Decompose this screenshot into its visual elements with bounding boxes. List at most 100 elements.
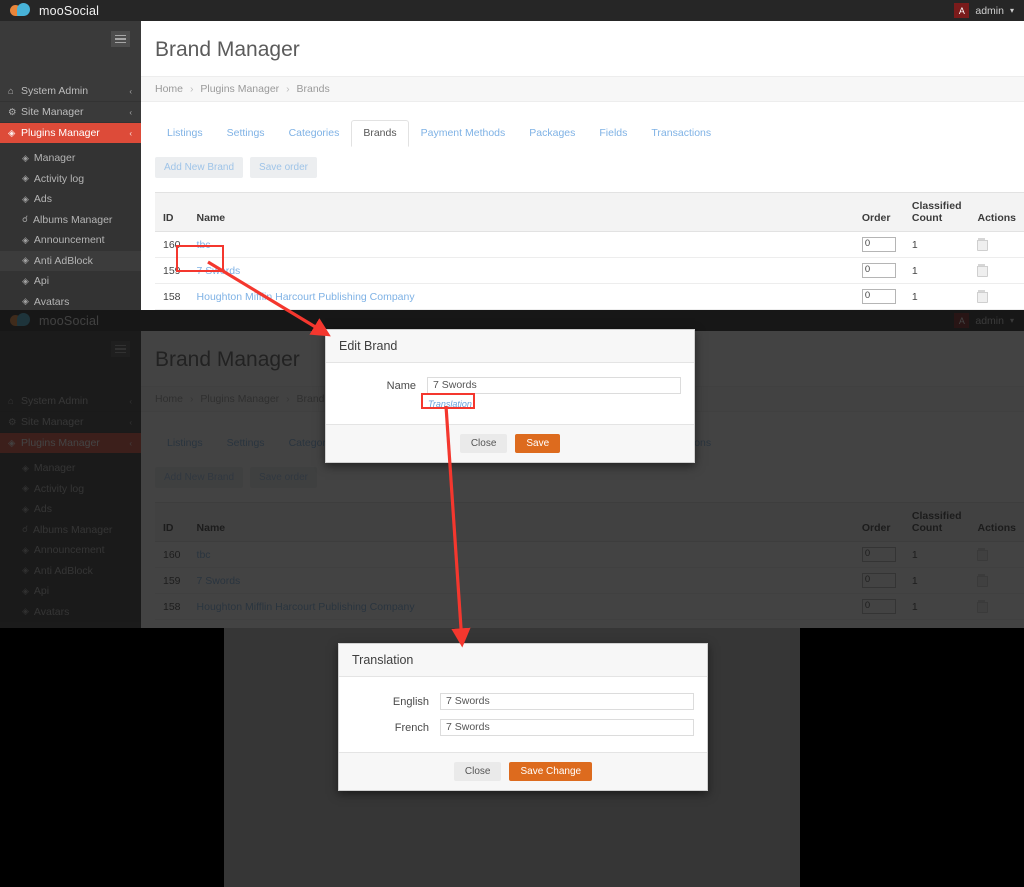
add-new-brand-button[interactable]: Add New Brand: [155, 467, 244, 488]
chevron-left-icon: ‹: [129, 396, 132, 406]
save-order-button[interactable]: Save order: [250, 157, 317, 178]
name-field-label: Name: [386, 380, 416, 392]
trash-icon[interactable]: [977, 573, 989, 587]
cell-classified-count: 1: [903, 567, 970, 594]
sidebar-item-anti-adblock[interactable]: ◈ Anti AdBlock: [0, 561, 141, 582]
sidebar-item-manager[interactable]: ◈ Manager: [0, 148, 141, 169]
table-header: ID Name Order Classified Count Actions: [155, 192, 1024, 232]
sidebar-item-plugins-manager[interactable]: ◈ Plugins Manager ‹: [0, 433, 141, 454]
app-brand-name: mooSocial: [39, 313, 100, 328]
table-row: 158 Houghton Mifflin Harcourt Publishing…: [155, 283, 1024, 310]
trash-icon[interactable]: [977, 289, 989, 303]
tab-packages[interactable]: Packages: [517, 120, 587, 147]
brand-name-link[interactable]: Houghton Mifflin Harcourt Publishing Com…: [197, 291, 415, 303]
sidebar-item-activity-log[interactable]: ◈ Activity log: [0, 169, 141, 190]
sidebar-item-activity-log[interactable]: ◈ Activity log: [0, 479, 141, 500]
admin-username: admin: [975, 4, 1004, 17]
sidebar-collapse-button[interactable]: [0, 331, 141, 367]
save-order-button[interactable]: Save order: [250, 467, 317, 488]
breadcrumb-home[interactable]: Home: [155, 393, 183, 405]
breadcrumb-brands[interactable]: Brands: [297, 83, 330, 95]
tab-listings[interactable]: Listings: [155, 120, 215, 147]
translation-link[interactable]: Translation: [428, 399, 472, 409]
chevron-left-icon: ‹: [129, 438, 132, 448]
sidebar-item-announcement[interactable]: ◈ Announcement: [0, 540, 141, 561]
english-input[interactable]: 7 Swords: [440, 693, 694, 710]
sidebar-item-announcement[interactable]: ◈ Announcement: [0, 230, 141, 251]
order-input[interactable]: 0: [861, 547, 896, 562]
trash-icon[interactable]: [977, 237, 989, 251]
cell-id: 159: [155, 567, 189, 594]
chevron-down-icon: ▾: [1009, 6, 1014, 15]
order-input[interactable]: 0: [861, 263, 896, 278]
brand-name-link[interactable]: 7 Swords: [197, 265, 241, 277]
breadcrumb-plugins-manager[interactable]: Plugins Manager: [200, 83, 279, 95]
add-new-brand-button[interactable]: Add New Brand: [155, 157, 244, 178]
cell-classified-count: 1: [903, 283, 970, 310]
french-input[interactable]: 7 Swords: [440, 719, 694, 736]
cell-id: 159: [155, 257, 189, 284]
sidebar-item-site-manager[interactable]: ⚙ Site Manager ‹: [0, 102, 141, 123]
sidebar-item-albums-manager[interactable]: ☌ Albums Manager: [0, 520, 141, 541]
sidebar-item-site-manager[interactable]: ⚙ Site Manager ‹: [0, 412, 141, 433]
brand-name-link[interactable]: Houghton Mifflin Harcourt Publishing Com…: [197, 601, 415, 613]
table-header-row: ID Name Order Classified Count Actions: [155, 502, 1024, 542]
avatar: A: [954, 313, 970, 328]
tab-fields[interactable]: Fields: [587, 120, 639, 147]
app-brand[interactable]: mooSocial: [0, 313, 99, 328]
trash-icon[interactable]: [977, 263, 989, 277]
brand-name-link[interactable]: 7 Swords: [197, 575, 241, 587]
brand-name-input[interactable]: 7 Swords: [427, 377, 681, 394]
sidebar-item-system-admin[interactable]: ⌂ System Admin ‹: [0, 81, 141, 102]
cell-id: 160: [155, 541, 189, 568]
english-field-control: 7 Swords: [440, 693, 694, 710]
order-input[interactable]: 0: [861, 289, 896, 304]
close-button[interactable]: Close: [453, 762, 502, 781]
brand-name-link[interactable]: tbc: [197, 549, 211, 561]
camera-icon: ☌: [22, 524, 29, 535]
tab-settings[interactable]: Settings: [215, 430, 277, 457]
sidebar-item-avatars[interactable]: ◈ Avatars: [0, 292, 141, 311]
sidebar-collapse-button[interactable]: [0, 21, 141, 57]
sidebar-item-ads[interactable]: ◈ Ads: [0, 499, 141, 520]
tab-transactions[interactable]: Transactions: [639, 120, 723, 147]
order-input[interactable]: 0: [861, 573, 896, 588]
save-button[interactable]: Save: [515, 434, 561, 453]
translation-modal-title: Translation: [339, 644, 707, 677]
sidebar-item-api[interactable]: ◈ Api: [0, 271, 141, 292]
cell-name: tbc: [188, 231, 854, 258]
sidebar-item-plugins-manager[interactable]: ◈ Plugins Manager ‹: [0, 123, 141, 144]
tab-payment-methods[interactable]: Payment Methods: [409, 120, 518, 147]
sidebar-item-anti-adblock[interactable]: ◈ Anti AdBlock: [0, 250, 141, 271]
sidebar-item-ads[interactable]: ◈ Ads: [0, 189, 141, 210]
brand-name-link[interactable]: tbc: [197, 239, 211, 251]
app-brand[interactable]: mooSocial: [0, 3, 99, 18]
user-menu[interactable]: A admin ▾: [954, 313, 1024, 328]
table-body: 160 tbc 0 1 159 7 Swords 0 1 158 Houghto…: [155, 231, 1024, 310]
tab-listings[interactable]: Listings: [155, 430, 215, 457]
sidebar-item-api[interactable]: ◈ Api: [0, 581, 141, 602]
tab-settings[interactable]: Settings: [215, 120, 277, 147]
sidebar-item-system-admin[interactable]: ⌂ System Admin ‹: [0, 391, 141, 412]
chevron-left-icon: ‹: [129, 107, 132, 117]
column-header-id: ID: [155, 502, 189, 542]
tab-categories[interactable]: Categories: [277, 120, 352, 147]
main-content: Brand Manager Home › Plugins Manager › B…: [141, 21, 1024, 310]
breadcrumb-home[interactable]: Home: [155, 83, 183, 95]
user-menu[interactable]: A admin ▾: [954, 3, 1024, 18]
sidebar-item-avatars[interactable]: ◈ Avatars: [0, 602, 141, 623]
order-input[interactable]: 0: [861, 237, 896, 252]
sidebar-item-albums-manager[interactable]: ☌ Albums Manager: [0, 210, 141, 231]
tab-brands[interactable]: Brands: [351, 120, 409, 147]
trash-icon[interactable]: [977, 599, 989, 613]
sidebar-item-manager[interactable]: ◈ Manager: [0, 458, 141, 479]
sidebar-subitem-label: Activity log: [33, 172, 85, 185]
order-input[interactable]: 0: [861, 599, 896, 614]
sidebar-subitem-label: Api: [33, 275, 50, 288]
breadcrumb-plugins-manager[interactable]: Plugins Manager: [200, 393, 279, 405]
cell-order: 0: [853, 541, 904, 568]
save-change-button[interactable]: Save Change: [509, 762, 593, 781]
cell-name: 7 Swords: [188, 257, 854, 284]
trash-icon[interactable]: [977, 547, 989, 561]
close-button[interactable]: Close: [459, 434, 508, 453]
